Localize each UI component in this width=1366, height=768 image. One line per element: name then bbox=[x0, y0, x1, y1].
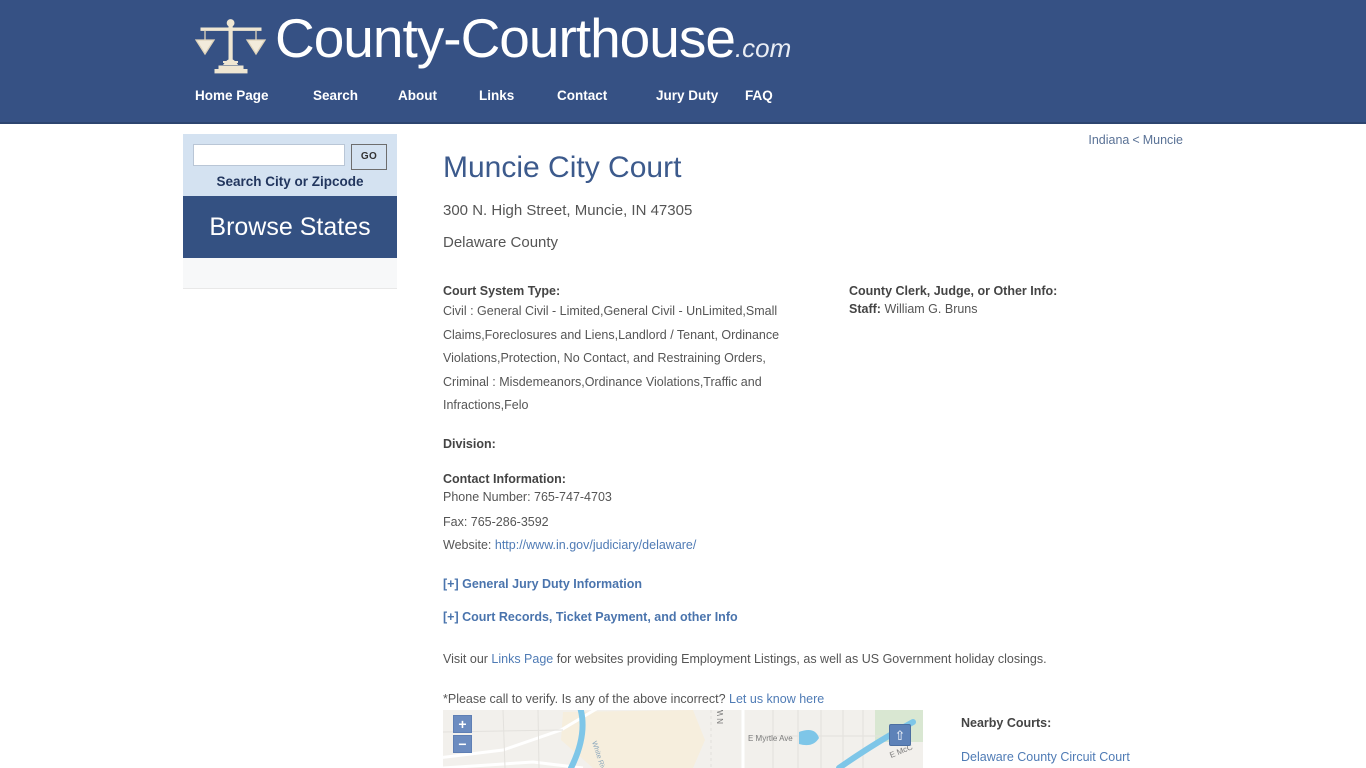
links-note-suffix: for websites providing Employment Listin… bbox=[553, 652, 1047, 666]
site-header: County-Courthouse.com Home Page Search A… bbox=[0, 0, 1366, 124]
search-go-button[interactable]: GO bbox=[351, 144, 387, 170]
website-link[interactable]: http://www.in.gov/judiciary/delaware/ bbox=[495, 538, 696, 552]
map-zoom-out-button[interactable]: − bbox=[453, 735, 472, 753]
nav-item-home-page[interactable]: Home Page bbox=[195, 88, 313, 103]
staff-row: Staff: William G. Bruns bbox=[849, 300, 1179, 318]
info-column-right: County Clerk, Judge, or Other Info: Staf… bbox=[849, 282, 1179, 318]
nearby-courts-title: Nearby Courts: bbox=[961, 716, 1052, 730]
court-county: Delaware County bbox=[443, 234, 559, 251]
main-content: Muncie City Court 300 N. High Street, Mu… bbox=[443, 148, 1343, 706]
site-logo[interactable]: County-Courthouse.com bbox=[195, 6, 791, 78]
links-page-link[interactable]: Links Page bbox=[491, 652, 553, 666]
info-column-left: Court System Type: Civil : General Civil… bbox=[443, 282, 788, 624]
nav-item-jury-duty[interactable]: Jury Duty bbox=[656, 88, 745, 103]
nav-item-contact[interactable]: Contact bbox=[557, 88, 656, 103]
phone-number: Phone Number: 765-747-4703 bbox=[443, 489, 612, 504]
breadcrumb-separator: < bbox=[1132, 133, 1140, 147]
website-row: Website: http://www.in.gov/judiciary/del… bbox=[443, 534, 788, 558]
verify-note: *Please call to verify. Is any of the ab… bbox=[443, 690, 1343, 708]
expander-general-jury-duty-information[interactable]: [+] General Jury Duty Information bbox=[443, 577, 788, 591]
page-title: Muncie City Court bbox=[443, 151, 682, 184]
svg-text:N Walnut: N Walnut bbox=[716, 710, 725, 724]
svg-text:E Myrtle Ave: E Myrtle Ave bbox=[748, 734, 793, 743]
court-system-type-value: Civil : General Civil - Limited,General … bbox=[443, 304, 780, 412]
map-zoom-controls: + − bbox=[453, 715, 472, 753]
search-row: GO bbox=[193, 144, 387, 170]
nearby-court-link-delaware-county-circuit-court[interactable]: Delaware County Circuit Court bbox=[961, 750, 1301, 764]
search-input[interactable] bbox=[193, 144, 345, 166]
nearby-courts: Nearby Courts: Delaware County Circuit C… bbox=[961, 714, 1301, 764]
links-page-note: Visit our Links Page for websites provid… bbox=[443, 650, 1343, 668]
division-label: Division: bbox=[443, 436, 496, 451]
links-note-prefix: Visit our bbox=[443, 652, 492, 666]
brand-name: County-Courthouse.com bbox=[275, 7, 792, 69]
search-caption: Search City or Zipcode bbox=[216, 174, 364, 189]
nav-item-about[interactable]: About bbox=[398, 88, 479, 103]
nav-item-search[interactable]: Search bbox=[313, 88, 398, 103]
sidebar-footer-panel bbox=[183, 258, 397, 289]
staff-label: Staff: bbox=[849, 302, 881, 316]
map-compass-icon[interactable]: ⇧ bbox=[889, 724, 911, 746]
court-system-type-label: Court System Type: bbox=[443, 284, 561, 298]
website-label: Website: bbox=[443, 538, 495, 552]
sidebar: GO Search City or Zipcode Browse States bbox=[183, 134, 397, 289]
search-panel: GO Search City or Zipcode bbox=[183, 134, 397, 196]
expander-court-records-ticket-payment[interactable]: [+] Court Records, Ticket Payment, and o… bbox=[443, 610, 788, 624]
map-canvas: White River N Walnut E Myrtle Ave E McC bbox=[443, 710, 923, 768]
main-navigation: Home Page Search About Links Contact Jur… bbox=[195, 88, 773, 103]
nav-item-links[interactable]: Links bbox=[479, 88, 557, 103]
notes-block: Visit our Links Page for websites provid… bbox=[443, 650, 1343, 708]
page-root: County-Courthouse.com Home Page Search A… bbox=[0, 0, 1366, 768]
verify-note-prefix: *Please call to verify. Is any of the ab… bbox=[443, 692, 730, 706]
map-zoom-in-button[interactable]: + bbox=[453, 715, 472, 733]
court-address: 300 N. High Street, Muncie, IN 47305 bbox=[443, 202, 693, 219]
county-clerk-judge-label: County Clerk, Judge, or Other Info: bbox=[849, 284, 1058, 298]
staff-name: William G. Bruns bbox=[884, 302, 978, 316]
browse-states-button[interactable]: Browse States bbox=[183, 196, 397, 258]
brand-tld: .com bbox=[734, 33, 792, 63]
nav-item-faq[interactable]: FAQ bbox=[745, 88, 773, 103]
breadcrumb-city-link[interactable]: Muncie bbox=[1143, 133, 1183, 147]
let-us-know-link[interactable]: Let us know here bbox=[729, 692, 824, 706]
contact-information-label: Contact Information: bbox=[443, 471, 566, 486]
fax-number: Fax: 765-286-3592 bbox=[443, 514, 549, 529]
scales-of-justice-icon bbox=[195, 16, 275, 78]
breadcrumb-state-link[interactable]: Indiana bbox=[1088, 133, 1129, 147]
breadcrumb: Indiana < Muncie bbox=[1088, 133, 1183, 147]
location-map[interactable]: White River N Walnut E Myrtle Ave E McC … bbox=[443, 710, 923, 768]
